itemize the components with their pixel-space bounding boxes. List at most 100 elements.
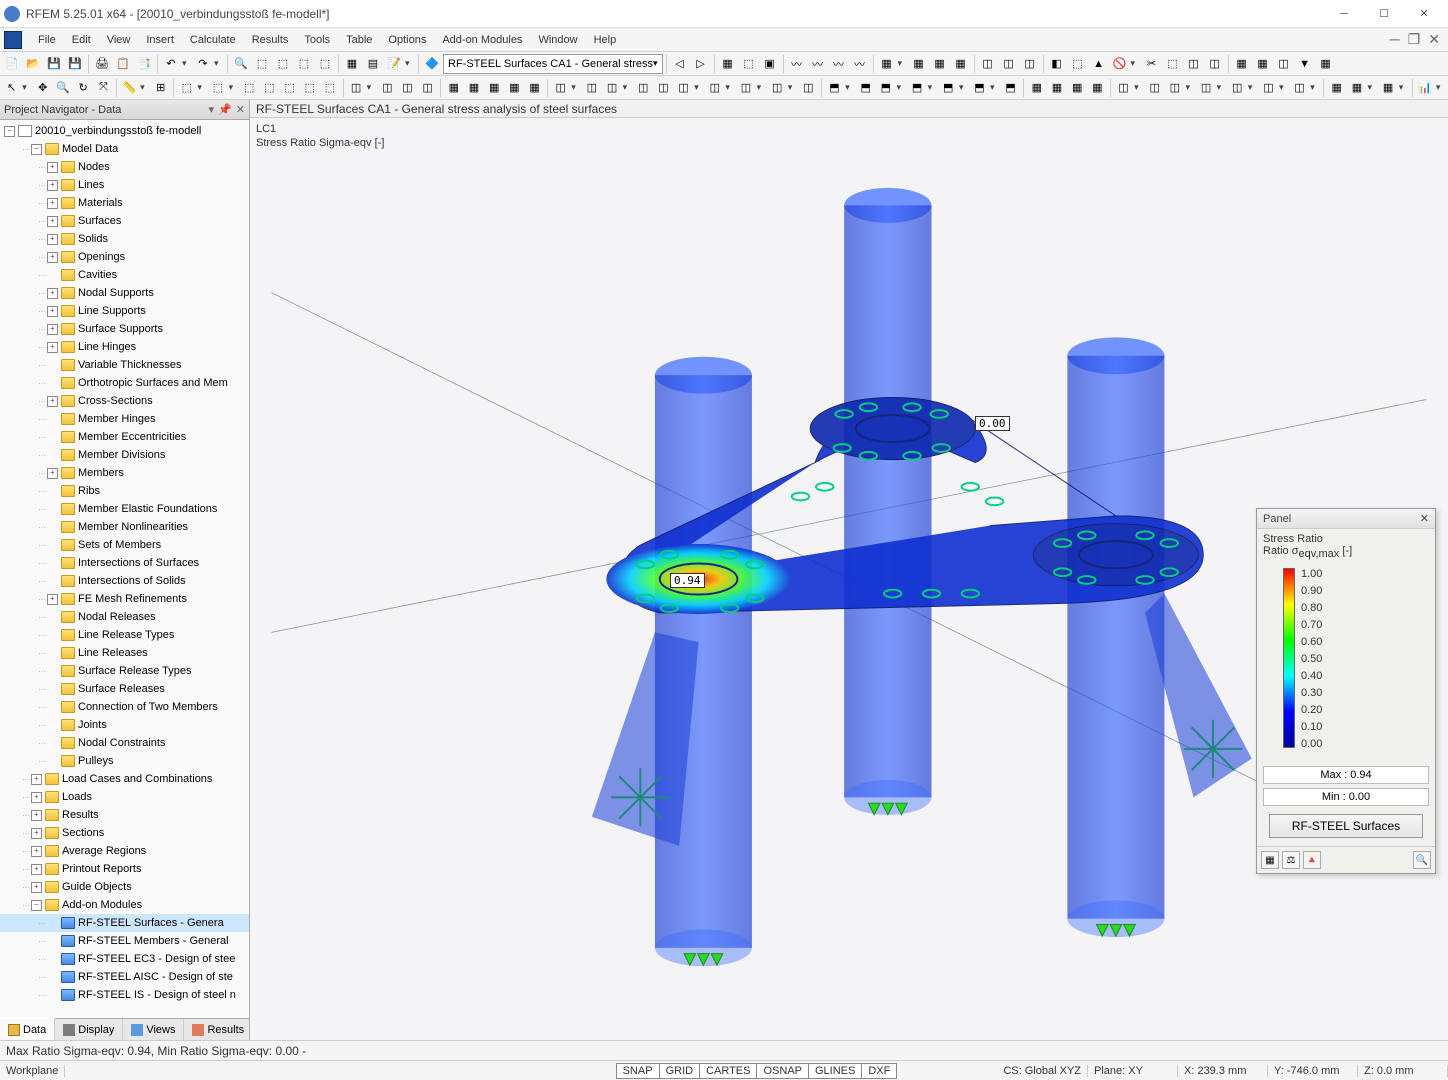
snap-dxf[interactable]: DXF	[861, 1063, 897, 1079]
menu-tools[interactable]: Tools	[296, 31, 338, 49]
tree-item[interactable]: ⋯+Surface Supports	[0, 320, 249, 338]
m3-icon[interactable]: ◫	[1274, 54, 1294, 74]
save-icon[interactable]: 💾	[44, 54, 64, 74]
tree-item[interactable]: ⋯Ribs	[0, 482, 249, 500]
mdi-restore-icon[interactable]: ❐	[1404, 31, 1425, 48]
m2-icon[interactable]: ▦	[1253, 54, 1273, 74]
f5-icon[interactable]: ⬒	[939, 78, 958, 98]
e8-icon[interactable]: ◫	[736, 78, 755, 98]
f7-icon[interactable]: ⬒	[1001, 78, 1020, 98]
tree-item[interactable]: ⋯Joints	[0, 716, 249, 734]
tree-item[interactable]: ⋯RF-STEEL AISC - Design of ste	[0, 968, 249, 986]
tree-item[interactable]: ⋯+Surfaces	[0, 212, 249, 230]
nav-close-icon[interactable]: ✕	[236, 103, 245, 116]
sel2-icon[interactable]: ⬚	[208, 78, 227, 98]
tree-item[interactable]: ⋯+Line Supports	[0, 302, 249, 320]
tree-item[interactable]: ⋯Line Release Types	[0, 626, 249, 644]
h2-icon[interactable]: ◫	[1145, 78, 1164, 98]
zoom-icon[interactable]: 🔍	[53, 78, 72, 98]
tree-item[interactable]: ⋯−Add-on Modules	[0, 896, 249, 914]
tree-item[interactable]: ⋯Member Eccentricities	[0, 428, 249, 446]
d3-icon[interactable]: ▦	[485, 78, 504, 98]
panel-close-icon[interactable]: ✕	[1420, 512, 1429, 525]
menu-table[interactable]: Table	[338, 31, 380, 49]
snap-glines[interactable]: GLINES	[808, 1063, 862, 1079]
t5-icon[interactable]: ✂	[1142, 54, 1162, 74]
menu-options[interactable]: Options	[380, 31, 434, 49]
tree-item[interactable]: ⋯+Loads	[0, 788, 249, 806]
nav-pin2-icon[interactable]: 📌	[218, 103, 232, 116]
print-icon[interactable]: 🖨	[92, 54, 112, 74]
tree-item[interactable]: ⋯Pulleys	[0, 752, 249, 770]
table2-icon[interactable]: ▤	[363, 54, 383, 74]
tree-item[interactable]: ⋯+Lines	[0, 176, 249, 194]
sel5-icon[interactable]: ⬚	[280, 78, 299, 98]
h5-icon[interactable]: ◫	[1228, 78, 1247, 98]
e7-icon[interactable]: ◫	[705, 78, 724, 98]
tool-icon[interactable]: ⬚	[273, 54, 293, 74]
tree-item[interactable]: ⋯RF-STEEL IS - Design of steel n	[0, 986, 249, 1004]
e6-icon[interactable]: ◫	[674, 78, 693, 98]
j-icon[interactable]: 📊	[1416, 78, 1435, 98]
e4-icon[interactable]: ◫	[634, 78, 653, 98]
tables-icon[interactable]: ▦	[342, 54, 362, 74]
tree-item[interactable]: ⋯RF-STEEL EC3 - Design of stee	[0, 950, 249, 968]
e5-icon[interactable]: ◫	[654, 78, 673, 98]
h3-icon[interactable]: ◫	[1165, 78, 1184, 98]
ea-icon[interactable]: ◫	[799, 78, 818, 98]
tree-item[interactable]: ⋯RF-STEEL Members - General	[0, 932, 249, 950]
i3-icon[interactable]: ▦	[1379, 78, 1398, 98]
e2-icon[interactable]: ◫	[582, 78, 601, 98]
menu-view[interactable]: View	[99, 31, 139, 49]
v2-icon[interactable]: ◫	[378, 78, 397, 98]
open-icon[interactable]: 📂	[23, 54, 43, 74]
h4-icon[interactable]: ◫	[1196, 78, 1215, 98]
redo-icon[interactable]: ↷	[193, 54, 213, 74]
main-viewport[interactable]: RF-STEEL Surfaces CA1 - General stress a…	[250, 100, 1448, 1040]
snap-grid[interactable]: GRID	[659, 1063, 701, 1079]
sel6-icon[interactable]: ⬚	[300, 78, 319, 98]
tree-item[interactable]: ⋯+Line Hinges	[0, 338, 249, 356]
sel7-icon[interactable]: ⬚	[320, 78, 339, 98]
tree-item[interactable]: ⋯+Solids	[0, 230, 249, 248]
minimize-button[interactable]: ─	[1324, 1, 1364, 27]
snap-snap[interactable]: SNAP	[616, 1063, 660, 1079]
mesh3-icon[interactable]: 〰	[829, 54, 849, 74]
cs-icon[interactable]: ⊞	[151, 78, 170, 98]
vtool2-icon[interactable]: ⬚	[739, 54, 759, 74]
panel-tool-scale-icon[interactable]: ⚖	[1282, 851, 1300, 869]
h6-icon[interactable]: ◫	[1259, 78, 1278, 98]
t7-icon[interactable]: ◫	[1184, 54, 1204, 74]
cursor-icon[interactable]: ↖	[2, 78, 21, 98]
measure-icon[interactable]: 📏	[120, 78, 139, 98]
t3-icon[interactable]: ▲	[1089, 54, 1109, 74]
e3-icon[interactable]: ◫	[602, 78, 621, 98]
tree-item[interactable]: ⋯+Members	[0, 464, 249, 482]
tab-display[interactable]: Display	[55, 1019, 123, 1040]
g3-icon[interactable]: ▦	[1068, 78, 1087, 98]
e9-icon[interactable]: ◫	[768, 78, 787, 98]
tool2-icon[interactable]: ⬚	[294, 54, 314, 74]
mesh-icon[interactable]: 〰	[787, 54, 807, 74]
panel-header[interactable]: Panel✕	[1257, 509, 1435, 529]
v-icon[interactable]: ◫	[346, 78, 365, 98]
f-icon[interactable]: ⬒	[825, 78, 844, 98]
snap-osnap[interactable]: OSNAP	[756, 1063, 809, 1079]
tree-item[interactable]: ⋯+Nodes	[0, 158, 249, 176]
tree-item[interactable]: ⋯Surface Releases	[0, 680, 249, 698]
menu-calculate[interactable]: Calculate	[182, 31, 244, 49]
mdi-close-icon[interactable]: ✕	[1424, 31, 1444, 48]
d5-icon[interactable]: ▦	[525, 78, 544, 98]
menu-file[interactable]: File	[30, 31, 64, 49]
tree-item[interactable]: ⋯+Nodal Supports	[0, 284, 249, 302]
panel-tool-colors-icon[interactable]: ▦	[1261, 851, 1279, 869]
res-icon[interactable]: ▦	[877, 54, 897, 74]
t8-icon[interactable]: ◫	[1205, 54, 1225, 74]
tree-item[interactable]: ⋯Intersections of Solids	[0, 572, 249, 590]
panel-tool-filter-icon[interactable]: 🔺	[1303, 851, 1321, 869]
res3-icon[interactable]: ▦	[930, 54, 950, 74]
menu-help[interactable]: Help	[586, 31, 625, 49]
tool3-icon[interactable]: ⬚	[315, 54, 335, 74]
pan-icon[interactable]: ⤧	[94, 78, 113, 98]
sel3-icon[interactable]: ⬚	[240, 78, 259, 98]
